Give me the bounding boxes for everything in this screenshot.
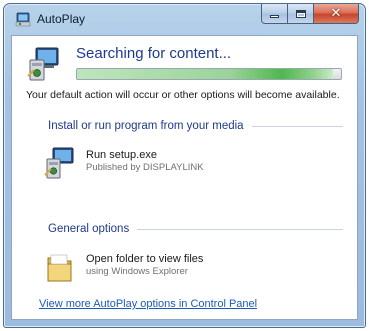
open-folder-label: Open folder to view files (86, 253, 204, 265)
searching-device-icon (26, 46, 62, 82)
searching-heading: Searching for content... (76, 45, 232, 62)
install-section-title: Install or run program from your media (48, 120, 244, 132)
minimize-icon (270, 15, 279, 18)
run-setup-publisher: Published by DISPLAYLINK (86, 162, 204, 173)
client-area: Searching for content... Your default ac… (11, 35, 358, 320)
folder-icon (44, 250, 76, 284)
run-setup-option[interactable]: Run setup.exe Published by DISPLAYLINK (44, 146, 324, 184)
install-section-header: Install or run program from your media (48, 119, 343, 133)
section-divider (137, 228, 343, 230)
maximize-button[interactable] (288, 4, 314, 24)
title-bar[interactable]: AutoPlay ✕ (4, 4, 365, 34)
control-panel-link[interactable]: View more AutoPlay options in Control Pa… (39, 298, 257, 310)
open-folder-sublabel: using Windows Explorer (86, 266, 188, 277)
close-icon: ✕ (330, 6, 342, 21)
status-description: Your default action will occur or other … (26, 89, 340, 101)
minimize-button[interactable] (261, 4, 288, 24)
autoplay-icon (15, 12, 31, 28)
close-button[interactable]: ✕ (314, 4, 359, 24)
run-setup-label: Run setup.exe (86, 149, 157, 161)
progress-fill (77, 69, 334, 79)
search-progress-bar (76, 68, 342, 80)
caption-buttons: ✕ (261, 4, 359, 24)
autoplay-window: AutoPlay ✕ Searching for content... Your… (3, 3, 366, 328)
window-title: AutoPlay (37, 12, 86, 26)
section-divider (251, 125, 343, 127)
general-section-title: General options (48, 223, 130, 235)
general-section-header: General options (48, 222, 343, 236)
maximize-icon (295, 9, 306, 18)
open-folder-option[interactable]: Open folder to view files using Windows … (44, 250, 324, 288)
setup-program-icon (44, 146, 76, 180)
